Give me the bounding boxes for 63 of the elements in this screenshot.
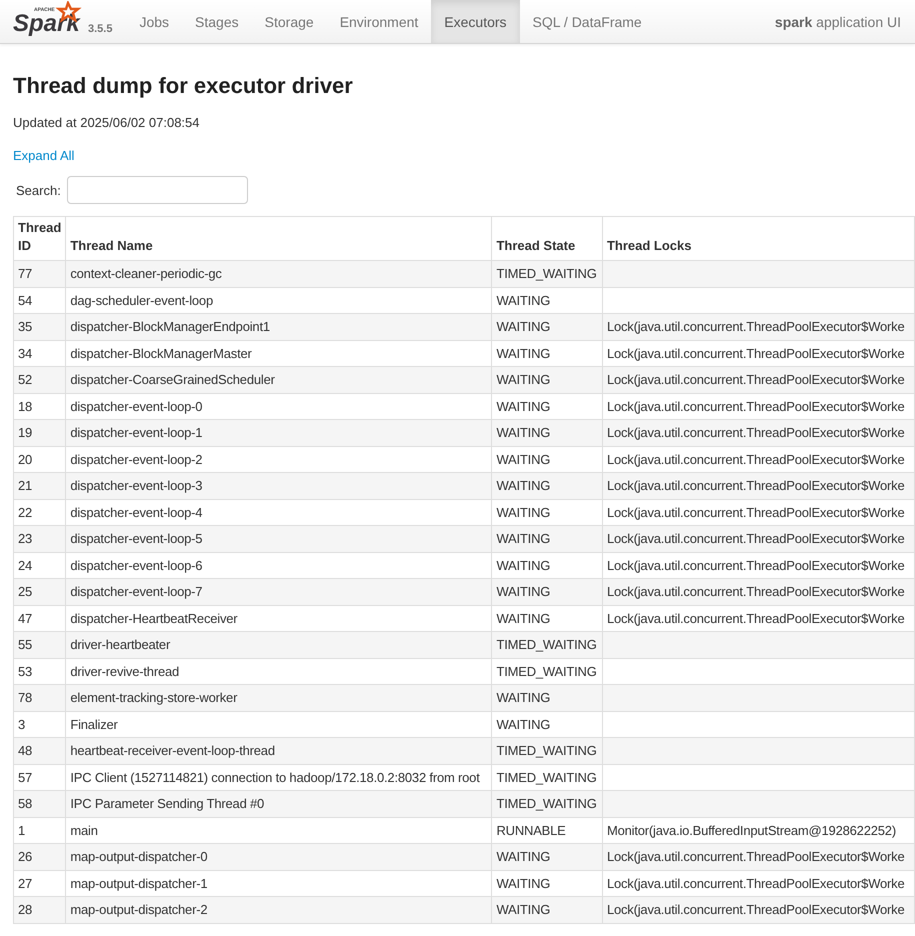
table-cell: WAITING [492, 314, 602, 340]
table-cell: WAITING [492, 896, 602, 923]
expand-all-link[interactable]: Expand All [13, 148, 74, 163]
table-cell: WAITING [492, 472, 602, 499]
table-cell: Lock(java.util.concurrent.ThreadPoolExecutor$Worke [602, 578, 914, 605]
page-title: Thread dump for executor driver [13, 73, 354, 99]
table-cell: Lock(java.util.concurrent.ThreadPoolExecutor$Worke [602, 896, 914, 923]
table-cell: WAITING [492, 420, 602, 446]
nav-tab[interactable]: SQL / DataFrame [520, 0, 655, 43]
table-cell: 48 [14, 738, 66, 764]
table-cell: map-output-dispatcher-2 [66, 896, 492, 923]
table-cell: 78 [14, 684, 66, 711]
table-cell: element-tracking-store-worker [66, 684, 492, 711]
table-cell: dispatcher-event-loop-5 [66, 526, 492, 552]
table-cell: Lock(java.util.concurrent.ThreadPoolExecutor$Worke [602, 472, 914, 499]
table-cell: 77 [14, 260, 66, 287]
table-cell: dispatcher-BlockManagerEndpoint1 [66, 314, 492, 340]
table-cell: WAITING [492, 366, 602, 393]
table-cell: TIMED_WAITING [492, 632, 602, 658]
app-name: spark application UI [774, 12, 902, 32]
table-cell: dispatcher-event-loop-7 [66, 578, 492, 605]
table-cell: Lock(java.util.concurrent.ThreadPoolExecutor$Worke [602, 366, 914, 393]
table-cell: dispatcher-event-loop-1 [66, 420, 492, 446]
table-cell: 25 [14, 578, 66, 605]
nav-tab[interactable]: Executors [431, 0, 520, 43]
table-cell: 58 [14, 790, 66, 817]
search-label: Search: [16, 182, 61, 198]
nav-tab[interactable]: Environment [326, 0, 432, 43]
table-cell: 35 [14, 314, 66, 340]
column-header[interactable]: Thread Name [66, 216, 492, 260]
table-cell: 52 [14, 366, 66, 393]
table-cell: WAITING [492, 578, 602, 605]
search-field[interactable] [66, 176, 248, 204]
table-cell: 55 [14, 632, 66, 658]
table-cell: Lock(java.util.concurrent.ThreadPoolExecutor$Worke [602, 526, 914, 552]
table-cell: 26 [14, 844, 66, 870]
table-cell: 23 [14, 526, 66, 552]
nav-tab[interactable]: Stages [182, 0, 252, 43]
table-cell: WAITING [492, 844, 602, 870]
table-cell: 21 [14, 472, 66, 499]
table-cell: IPC Parameter Sending Thread #0 [66, 790, 492, 817]
table-cell: 28 [14, 896, 66, 923]
table-cell: dispatcher-CoarseGrainedScheduler [66, 366, 492, 393]
table-cell: context-cleaner-periodic-gc [66, 260, 492, 287]
updated-text: Updated at 2025/06/02 07:08:54 [13, 115, 200, 130]
table-cell: driver-heartbeater [66, 632, 492, 658]
column-header[interactable]: Thread ID [14, 216, 66, 260]
table-cell: TIMED_WAITING [492, 738, 602, 764]
table-cell: dispatcher-event-loop-3 [66, 472, 492, 499]
table-cell: map-output-dispatcher-0 [66, 844, 492, 870]
table-cell: Lock(java.util.concurrent.ThreadPoolExecutor$Worke [602, 844, 914, 870]
version-label: 3.5.5 [88, 23, 112, 35]
table-cell: TIMED_WAITING [492, 260, 602, 287]
table-cell: 19 [14, 420, 66, 446]
table-cell: WAITING [492, 684, 602, 711]
table-cell: heartbeat-receiver-event-loop-thread [66, 738, 492, 764]
table-cell: Lock(java.util.concurrent.ThreadPoolExecutor$Worke [602, 420, 914, 446]
table-cell: Lock(java.util.concurrent.ThreadPoolExecutor$Worke [602, 314, 914, 340]
nav-tab[interactable]: Jobs [126, 0, 182, 43]
nav-tab[interactable]: Storage [252, 0, 327, 43]
column-header[interactable]: Thread Locks [602, 216, 914, 260]
table-cell: WAITING [492, 526, 602, 552]
table-cell: TIMED_WAITING [492, 790, 602, 817]
